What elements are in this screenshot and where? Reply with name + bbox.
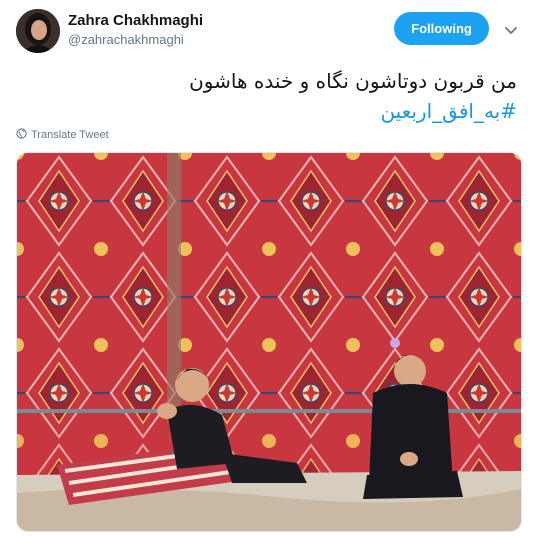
globe-icon	[16, 128, 27, 142]
translate-tweet-link[interactable]: Translate Tweet	[16, 128, 109, 142]
translate-label: Translate Tweet	[31, 129, 109, 141]
author-name[interactable]: Zahra Chakhmaghi	[68, 12, 203, 29]
author-handle[interactable]: @zahrachakhmaghi	[68, 32, 184, 47]
tweet-text-line: من قربون دوتاشون نگاه و خنده هاشون	[189, 69, 517, 93]
tweet-photo[interactable]	[16, 152, 522, 532]
avatar[interactable]	[16, 9, 60, 53]
hashtag-link[interactable]: #به_افق_اربعین	[37, 96, 517, 126]
following-button[interactable]: Following	[394, 12, 489, 45]
tweet-card: Zahra Chakhmaghi @zahrachakhmaghi Follow…	[0, 0, 537, 537]
tweet-text: من قربون دوتاشون نگاه و خنده هاشون #به_ا…	[37, 66, 517, 126]
chevron-down-icon[interactable]	[503, 22, 519, 38]
